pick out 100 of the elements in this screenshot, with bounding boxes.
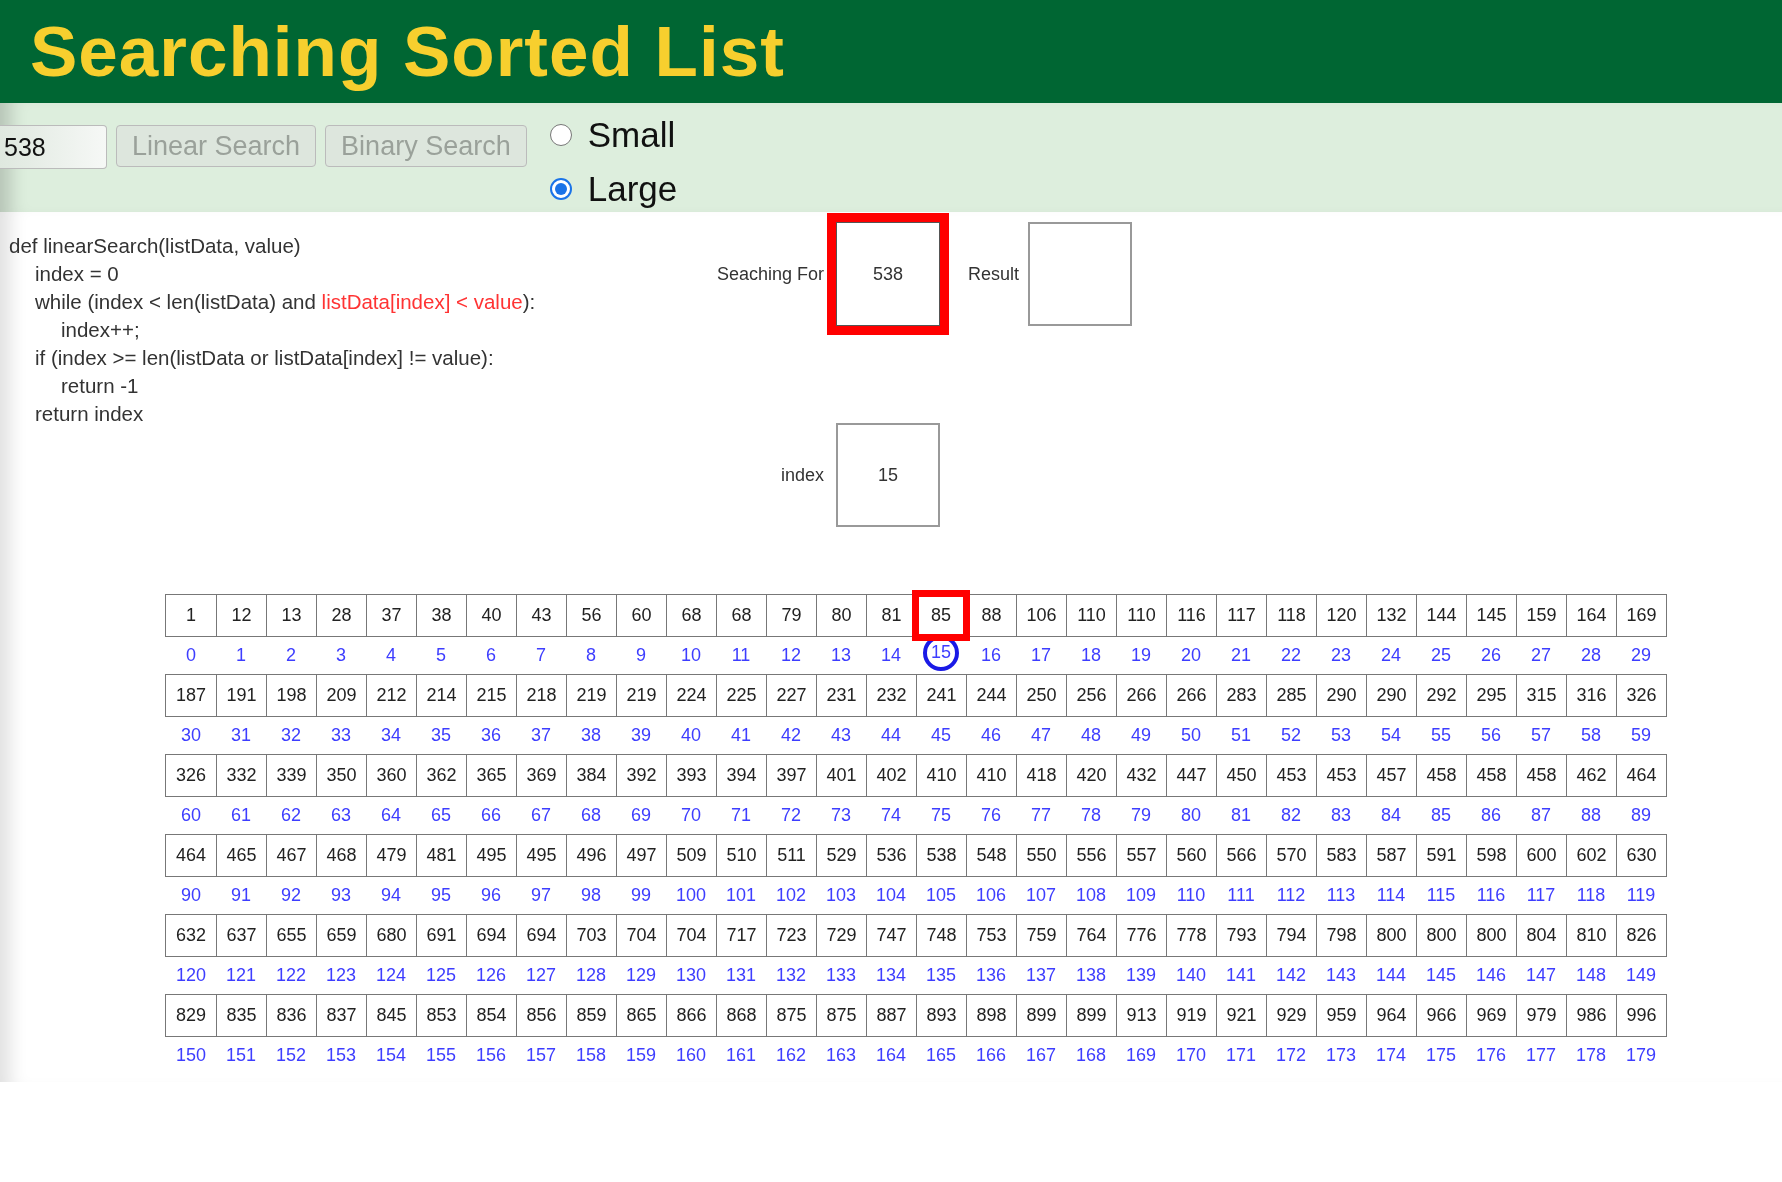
list-cell: 557 xyxy=(1116,835,1166,876)
list-cell: 556 xyxy=(1066,835,1116,876)
list-cell: 169 xyxy=(1616,595,1666,636)
index-label: 74 xyxy=(881,805,901,826)
list-cell: 893 xyxy=(916,995,966,1036)
index-label: 7 xyxy=(536,645,546,666)
index-label: 153 xyxy=(325,1045,356,1066)
index-label: 0 xyxy=(186,645,196,666)
list-cell: 865 xyxy=(616,995,666,1036)
index-label: 129 xyxy=(625,965,656,986)
index-label: 124 xyxy=(375,965,406,986)
index-label: 31 xyxy=(231,725,251,746)
list-cell: 462 xyxy=(1566,755,1616,796)
index-label: 72 xyxy=(781,805,801,826)
list-cell: 266 xyxy=(1116,675,1166,716)
index-label: 82 xyxy=(1281,805,1301,826)
index-label: 165 xyxy=(925,1045,956,1066)
index-label: 157 xyxy=(525,1045,556,1066)
index-label: 46 xyxy=(981,725,1001,746)
list-cell: 778 xyxy=(1166,915,1216,956)
index-label: 99 xyxy=(631,885,651,906)
index-label: 123 xyxy=(325,965,356,986)
index-label: 32 xyxy=(281,725,301,746)
list-cell: 536 xyxy=(866,835,916,876)
list-cell: 159 xyxy=(1516,595,1566,636)
index-label: 34 xyxy=(381,725,401,746)
list-cell: 798 xyxy=(1316,915,1366,956)
value-field[interactable]: 538 xyxy=(0,125,107,169)
list-cell: 145 xyxy=(1466,595,1516,636)
list-cell: 845 xyxy=(366,995,416,1036)
index-label: 148 xyxy=(1575,965,1606,986)
index-label: 28 xyxy=(1581,645,1601,666)
index-label: 173 xyxy=(1325,1045,1356,1066)
index-label: 167 xyxy=(1025,1045,1056,1066)
list-cell: 800 xyxy=(1466,915,1516,956)
index-label: 176 xyxy=(1475,1045,1506,1066)
index-label: 73 xyxy=(831,805,851,826)
index-label: 42 xyxy=(781,725,801,746)
list-cell: 659 xyxy=(316,915,366,956)
radio-label[interactable]: Small xyxy=(587,115,676,155)
index-label: 55 xyxy=(1431,725,1451,746)
index-label: 95 xyxy=(431,885,451,906)
index-label: 64 xyxy=(381,805,401,826)
index-label: 53 xyxy=(1331,725,1351,746)
list-cell: 465 xyxy=(216,835,266,876)
list-cell: 759 xyxy=(1016,915,1066,956)
radio-button[interactable] xyxy=(549,178,572,200)
index-label: 161 xyxy=(725,1045,756,1066)
list-cell: 244 xyxy=(966,675,1016,716)
index-label: 110 xyxy=(1176,885,1206,906)
list-cell: 538 xyxy=(916,835,966,876)
index-label: 98 xyxy=(581,885,601,906)
index-label: 24 xyxy=(1381,645,1401,666)
list-cell: 495 xyxy=(466,835,516,876)
index-label: 118 xyxy=(1576,885,1606,906)
list-cell: 694 xyxy=(516,915,566,956)
list-cell: 458 xyxy=(1466,755,1516,796)
index-label: 5 xyxy=(436,645,446,666)
index-label: 175 xyxy=(1425,1045,1456,1066)
list-cell: 292 xyxy=(1416,675,1466,716)
index-label: 139 xyxy=(1125,965,1156,986)
index-label: 12 xyxy=(781,645,801,666)
index-label: 117 xyxy=(1526,885,1556,906)
list-cell: 132 xyxy=(1366,595,1416,636)
index-label: 90 xyxy=(181,885,201,906)
index-label: 21 xyxy=(1231,645,1251,666)
index-label: 4 xyxy=(386,645,396,666)
index-label: 113 xyxy=(1326,885,1356,906)
index-label: 71 xyxy=(731,805,751,826)
list-cell: 79 xyxy=(766,595,816,636)
index-label: 41 xyxy=(731,725,751,746)
list-cell: 209 xyxy=(316,675,366,716)
index-label: 19 xyxy=(1131,645,1151,666)
index-label: 86 xyxy=(1481,805,1501,826)
list-cell: 835 xyxy=(216,995,266,1036)
index-label: 111 xyxy=(1227,885,1255,906)
list-cell: 729 xyxy=(816,915,866,956)
list-cell: 509 xyxy=(666,835,716,876)
index-label: 135 xyxy=(925,965,956,986)
radio-button[interactable] xyxy=(549,124,572,146)
list-cell: 560 xyxy=(1166,835,1216,876)
list-cell: 548 xyxy=(966,835,1016,876)
index-label: 140 xyxy=(1175,965,1206,986)
list-cell: 250 xyxy=(1016,675,1066,716)
list-cell-text: 326 xyxy=(174,764,207,787)
index-label: 56 xyxy=(1481,725,1501,746)
radio-label[interactable]: Large xyxy=(587,169,678,209)
list-cell: 600 xyxy=(1516,835,1566,876)
list-cell-text: 1 xyxy=(185,604,197,627)
list-cell: 898 xyxy=(966,995,1016,1036)
list-cell: 875 xyxy=(766,995,816,1036)
list-cell: 285 xyxy=(1266,675,1316,716)
index-label: 109 xyxy=(1125,885,1156,906)
list-cell: 497 xyxy=(616,835,666,876)
list-cell: 511 xyxy=(766,835,816,876)
list-cell: 225 xyxy=(716,675,766,716)
index-box: 15 xyxy=(836,423,940,527)
index-label: 103 xyxy=(825,885,856,906)
index-label: 158 xyxy=(575,1045,606,1066)
index-label: 125 xyxy=(425,965,456,986)
